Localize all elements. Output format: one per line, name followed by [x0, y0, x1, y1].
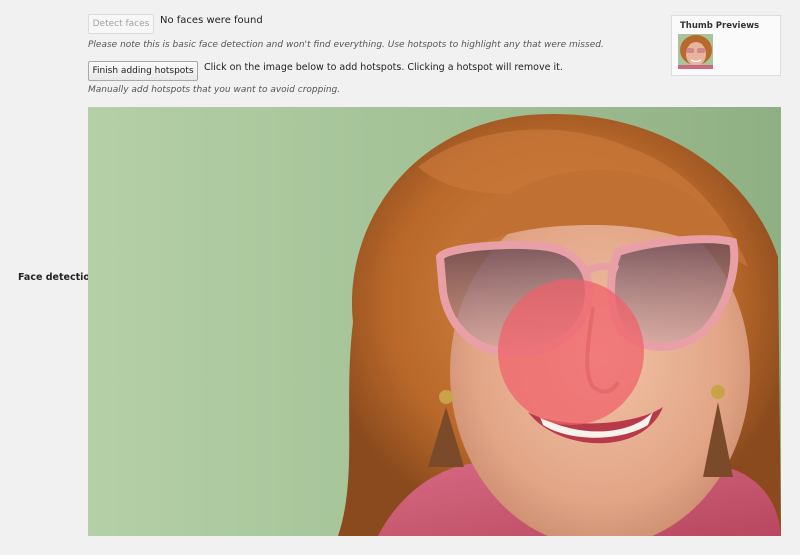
face-detection-label: Face detection — [18, 272, 97, 283]
hotspot-marker[interactable] — [498, 279, 644, 425]
face-detection-status: No faces were found — [160, 15, 263, 26]
thumb-previews-panel: Thumb Previews — [671, 15, 781, 76]
finish-hotspots-button[interactable]: Finish adding hotspots — [88, 61, 198, 81]
manual-hotspot-note: Manually add hotspots that you want to a… — [88, 85, 341, 95]
hotspot-hint: Click on the image below to add hotspots… — [204, 62, 563, 73]
detect-faces-button[interactable]: Detect faces — [88, 14, 154, 34]
thumb-previews-title: Thumb Previews — [680, 21, 760, 31]
detection-note: Please note this is basic face detection… — [88, 40, 604, 50]
thumb-preview-image — [678, 34, 713, 69]
face-detection-image[interactable] — [88, 107, 781, 536]
